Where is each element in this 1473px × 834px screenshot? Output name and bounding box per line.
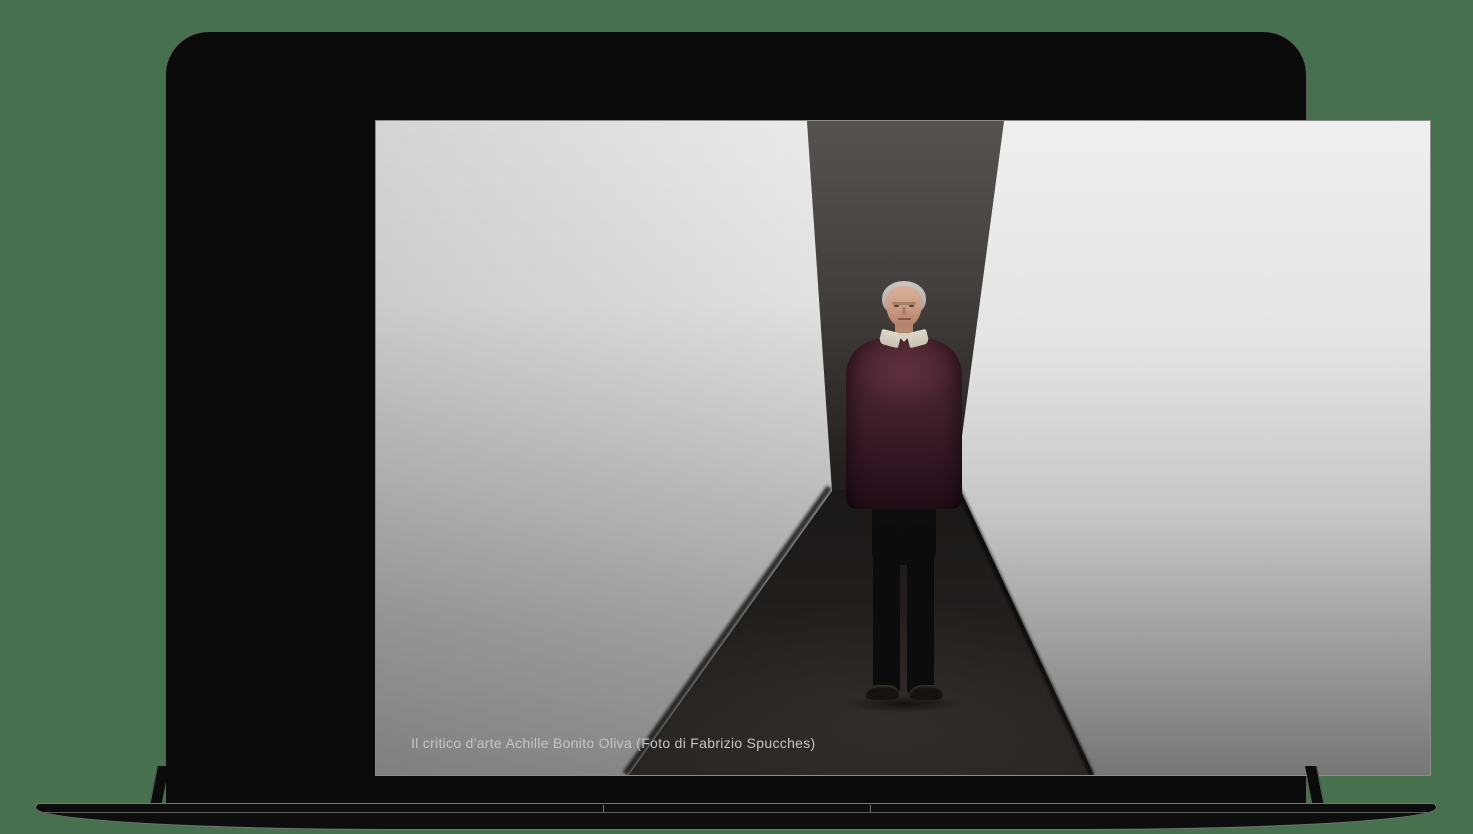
man-leg-right — [907, 525, 934, 697]
man-shoe-right — [909, 685, 943, 700]
man-nose-shadow — [902, 307, 906, 315]
base-notch-edge-right — [870, 805, 871, 813]
man-eye-left — [894, 305, 899, 307]
laptop-base — [35, 803, 1437, 830]
man-mouth — [898, 318, 911, 320]
photo-caption: Il critico d'arte Achille Bonito Oliva (… — [411, 735, 816, 752]
corridor-photo: Il critico d'arte Achille Bonito Oliva (… — [376, 121, 1430, 775]
man-floor-shadow — [846, 695, 962, 713]
man-eye-right — [909, 305, 914, 307]
man-leg-left — [873, 525, 900, 697]
base-notch-edge-left — [603, 805, 604, 813]
page-background: Il critico d'arte Achille Bonito Oliva (… — [0, 0, 1473, 834]
man-figure — [846, 281, 962, 713]
laptop-screen: Il critico d'arte Achille Bonito Oliva (… — [375, 120, 1431, 776]
man-sweater — [846, 339, 962, 509]
man-shoe-left — [865, 685, 899, 700]
laptop-lid-bezel: Il critico d'arte Achille Bonito Oliva (… — [165, 31, 1307, 803]
